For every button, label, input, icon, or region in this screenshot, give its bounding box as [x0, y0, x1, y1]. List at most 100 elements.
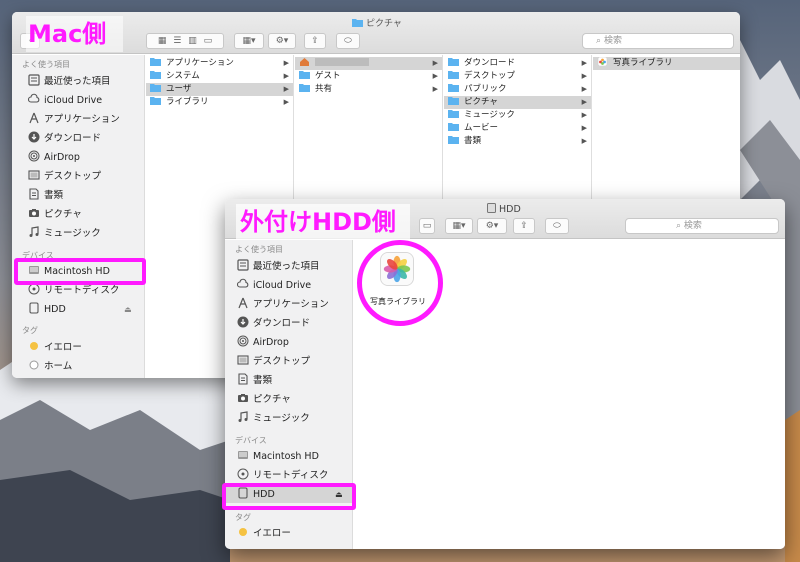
- documents-icon: [29, 188, 39, 200]
- folder-icon: [299, 71, 310, 79]
- sidebar-item-recents[interactable]: 最近使った項目: [237, 259, 320, 275]
- sidebar-item-music[interactable]: ミュージック: [28, 226, 101, 242]
- chevron-right-icon: ▶: [283, 98, 289, 106]
- photos-library-highlight: [357, 240, 443, 326]
- action-gear-button[interactable]: ⚙▾: [477, 218, 507, 234]
- sidebar-item-label: デスクトップ: [253, 356, 311, 367]
- chevron-right-icon: ▶: [581, 111, 587, 119]
- sidebar-item-downloads[interactable]: ダウンロード: [237, 316, 310, 332]
- column-item-label: デスクトップ: [464, 71, 516, 81]
- folder-icon: [448, 84, 459, 92]
- column-item-documents[interactable]: 書類 ▶: [444, 135, 591, 148]
- sidebar-item-label: リモートディスク: [253, 470, 329, 481]
- share-icon: ⇪: [520, 221, 528, 231]
- column-item-label: ピクチャ: [464, 97, 498, 107]
- icon-view-icon[interactable]: ▦: [158, 36, 167, 46]
- sidebar-item-airdrop[interactable]: AirDrop: [28, 150, 80, 166]
- gallery-view-icon[interactable]: ▭: [204, 36, 213, 46]
- column-item-pictures[interactable]: ピクチャ ▶: [444, 96, 591, 109]
- column-item-downloads[interactable]: ダウンロード ▶: [444, 57, 591, 70]
- column-item-label: ゲスト: [315, 71, 341, 81]
- sidebar-item-desktop[interactable]: デスクトップ: [237, 354, 310, 370]
- column-item-guest[interactable]: ゲスト ▶: [295, 70, 442, 83]
- sidebar-item-label: リモートディスク: [44, 285, 120, 296]
- column-item-home-user[interactable]: ▶: [295, 57, 442, 70]
- column-item-users[interactable]: ユーザ ▶: [146, 83, 293, 96]
- yellow-tag-icon: [30, 342, 38, 350]
- column-item-label: ライブラリ: [166, 97, 209, 107]
- column-item-system[interactable]: システム ▶: [146, 70, 293, 83]
- sidebar-item-icloud-drive[interactable]: iCloud Drive: [28, 93, 102, 109]
- tags-header: タグ: [235, 513, 251, 522]
- documents-icon: [238, 373, 248, 385]
- hdd-search-field[interactable]: ⌕ 検索: [625, 218, 779, 234]
- mac-window-title: ピクチャ: [352, 16, 402, 29]
- folder-icon: [448, 97, 459, 105]
- sidebar-item-tag-yellow[interactable]: イエロー: [28, 340, 82, 356]
- sidebar-item-label: 最近使った項目: [253, 261, 320, 272]
- sidebar-item-applications[interactable]: アプリケーション: [28, 112, 120, 128]
- sidebar-item-icloud-drive[interactable]: iCloud Drive: [237, 278, 311, 294]
- favorites-header: よく使う項目: [22, 60, 70, 69]
- column-item-movies[interactable]: ムービー ▶: [444, 122, 591, 135]
- list-view-icon[interactable]: ☰: [173, 36, 181, 46]
- sidebar-item-label: ピクチャ: [253, 394, 291, 405]
- sidebar-item-label: HDD: [44, 304, 66, 315]
- cloud-icon: [28, 93, 40, 103]
- column-item-music[interactable]: ミュージック ▶: [444, 109, 591, 122]
- hdd-search-placeholder: 検索: [683, 221, 702, 231]
- eject-icon[interactable]: ⏏: [124, 305, 132, 314]
- share-button[interactable]: ⇪: [513, 218, 535, 234]
- sidebar-item-music[interactable]: ミュージック: [237, 411, 310, 427]
- column-item-public[interactable]: パブリック ▶: [444, 83, 591, 96]
- sidebar-item-recents[interactable]: 最近使った項目: [28, 74, 111, 90]
- sidebar-item-pictures[interactable]: ピクチャ: [237, 392, 291, 408]
- column-item-desktop[interactable]: デスクトップ ▶: [444, 70, 591, 83]
- sidebar-item-pictures[interactable]: ピクチャ: [28, 207, 82, 223]
- folder-icon: [299, 84, 310, 92]
- share-button[interactable]: ⇪: [304, 33, 326, 49]
- recents-icon: [237, 259, 249, 271]
- sidebar-item-documents[interactable]: 書類: [237, 373, 272, 389]
- sidebar-item-label: デスクトップ: [44, 171, 102, 182]
- gear-icon: ⚙: [275, 36, 284, 46]
- sidebar-item-airdrop[interactable]: AirDrop: [237, 335, 289, 351]
- gear-icon: ⚙: [485, 221, 494, 231]
- sidebar-item-tag-yellow[interactable]: イエロー: [237, 526, 291, 542]
- search-icon: ⌕: [676, 221, 682, 231]
- sidebar-item-downloads[interactable]: ダウンロード: [28, 131, 101, 147]
- view-mode-segmented-control[interactable]: ▦ ☰ ▥ ▭: [146, 33, 224, 49]
- gallery-view-button[interactable]: ▭: [419, 218, 435, 234]
- sidebar-item-documents[interactable]: 書類: [28, 188, 63, 204]
- mac-search-field[interactable]: ⌕ 検索: [582, 33, 734, 49]
- sidebar-item-tag-home[interactable]: ホーム: [28, 359, 72, 375]
- sidebar-item-label: ミュージック: [253, 413, 310, 424]
- column-view-icon[interactable]: ▥: [188, 36, 197, 46]
- tags-button[interactable]: ⬭: [336, 33, 360, 49]
- column-item-label: アプリケーション: [166, 58, 234, 68]
- tag-icon: ⬭: [553, 221, 561, 231]
- column-item-applications[interactable]: アプリケーション ▶: [146, 57, 293, 70]
- group-menu-button[interactable]: ▦▾: [445, 218, 473, 234]
- column-item-label: ユーザ: [166, 84, 192, 94]
- hard-drive-icon: [238, 451, 248, 459]
- sidebar-item-remote-disc[interactable]: リモートディスク: [28, 283, 119, 299]
- sidebar-item-hdd[interactable]: HDD: [28, 302, 66, 318]
- sidebar-item-label: iCloud Drive: [253, 280, 312, 291]
- sidebar-item-remote-disc[interactable]: リモートディスク: [237, 468, 328, 484]
- folder-icon: [150, 71, 161, 79]
- column-item-library[interactable]: ライブラリ ▶: [146, 96, 293, 109]
- column-item-photos-library[interactable]: 写真ライブラリ: [593, 57, 740, 70]
- folder-icon: [448, 136, 459, 144]
- sidebar-item-desktop[interactable]: デスクトップ: [28, 169, 101, 185]
- tags-button[interactable]: ⬭: [545, 218, 569, 234]
- action-gear-button[interactable]: ⚙▾: [268, 33, 296, 49]
- desktop-icon: [237, 355, 249, 365]
- chevron-right-icon: ▶: [432, 72, 438, 80]
- sidebar-item-macintosh-hd[interactable]: Macintosh HD: [237, 449, 319, 465]
- group-menu-button[interactable]: ▦▾: [234, 33, 264, 49]
- sidebar-item-label: 書類: [44, 190, 64, 201]
- column-item-shared[interactable]: 共有 ▶: [295, 83, 442, 96]
- sidebar-item-applications[interactable]: アプリケーション: [237, 297, 329, 313]
- chevron-right-icon: ▶: [581, 59, 587, 67]
